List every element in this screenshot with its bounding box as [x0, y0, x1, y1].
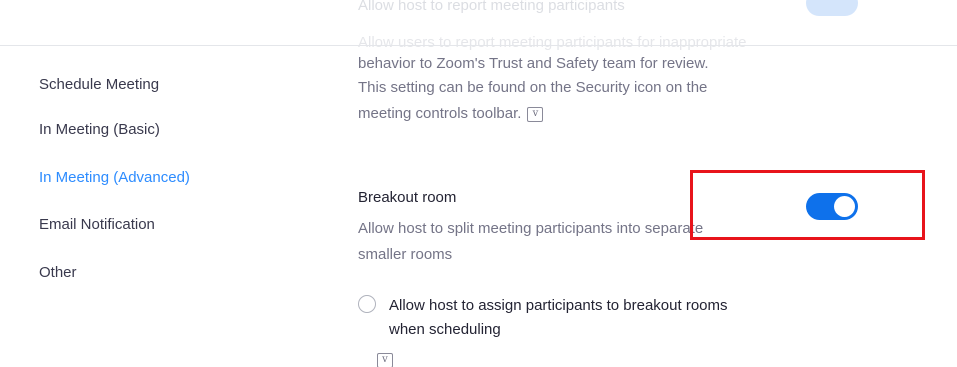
toggle-knob [834, 196, 855, 217]
breakout-room-desc-line2: smaller rooms [358, 246, 453, 263]
report-setting-desc-line2: This setting can be found on the Securit… [358, 79, 708, 96]
sidebar-item-in-meeting-basic[interactable]: In Meeting (Basic) [39, 121, 160, 138]
header-divider [0, 45, 957, 46]
settings-page: Allow host to report meeting participant… [0, 0, 957, 367]
version-icon[interactable]: v [377, 353, 393, 367]
sidebar-item-other[interactable]: Other [39, 264, 77, 281]
assign-participants-label[interactable]: Allow host to assign participants to bre… [389, 294, 728, 342]
faded-setting-title: Allow host to report meeting participant… [358, 0, 625, 14]
faded-toggle [806, 0, 858, 16]
assign-participants-label-line2: when scheduling [389, 321, 501, 338]
breakout-room-title: Breakout room [358, 189, 457, 206]
report-setting-desc-line1: behavior to Zoom's Trust and Safety team… [358, 55, 709, 72]
report-setting-desc-text: meeting controls toolbar. [358, 105, 522, 122]
sidebar-item-in-meeting-advanced[interactable]: In Meeting (Advanced) [39, 169, 190, 186]
breakout-room-desc-line1: Allow host to split meeting participants… [358, 220, 704, 237]
assign-participants-checkbox[interactable] [358, 295, 376, 313]
faded-setting-desc: Allow users to report meeting participan… [358, 34, 747, 51]
sidebar-item-email-notification[interactable]: Email Notification [39, 216, 155, 233]
report-setting-desc-line3: meeting controls toolbar. v [358, 102, 544, 126]
sidebar-item-schedule-meeting[interactable]: Schedule Meeting [39, 76, 159, 93]
version-icon[interactable]: v [527, 106, 544, 122]
assign-participants-label-line1: Allow host to assign participants to bre… [389, 297, 728, 314]
breakout-room-toggle[interactable] [806, 193, 858, 220]
